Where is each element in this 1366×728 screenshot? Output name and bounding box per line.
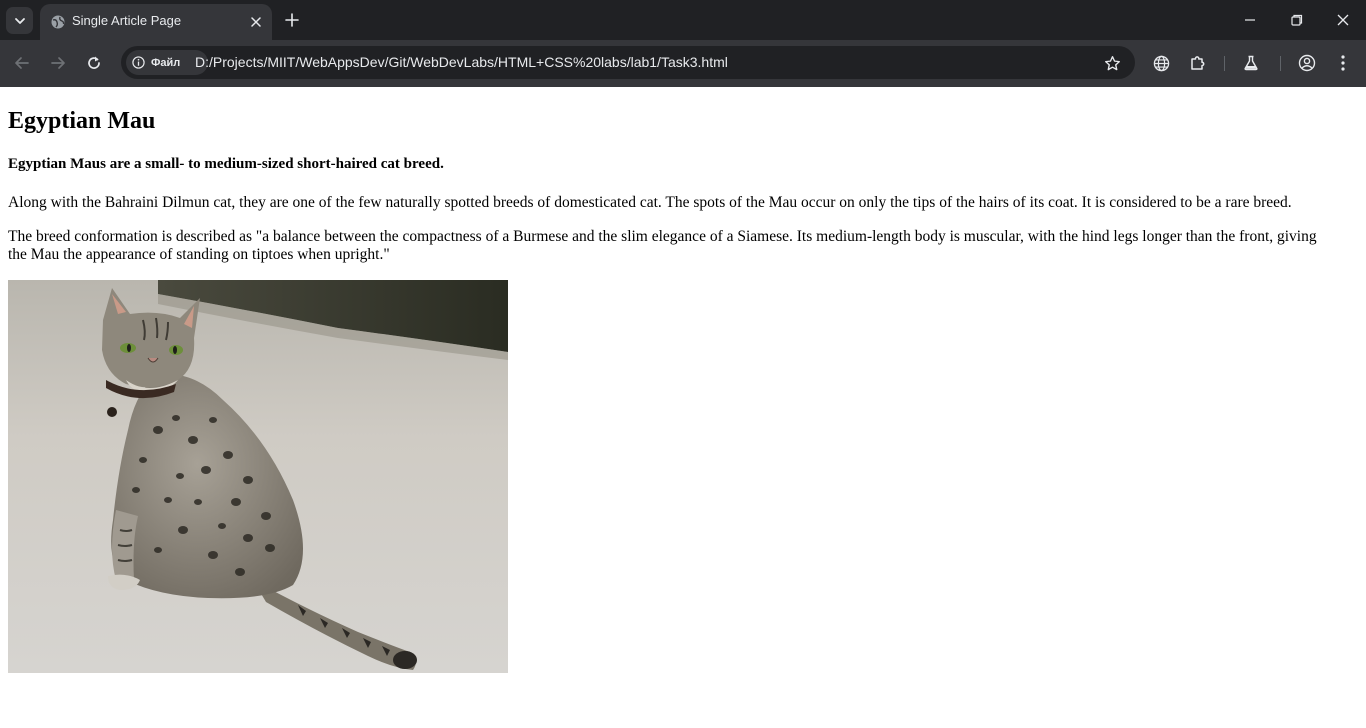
article-paragraph: The breed conformation is described as "… [8,228,1317,263]
puzzle-icon [1191,56,1205,70]
tab-close-button[interactable] [246,12,266,32]
tab-active[interactable]: Single Article Page [40,4,272,40]
minimize-button[interactable] [1238,8,1262,32]
close-window-button[interactable] [1331,8,1355,32]
more-vertical-icon [1341,55,1345,71]
menu-button[interactable] [1331,51,1355,75]
new-tab-button[interactable] [280,8,304,32]
close-icon [1337,14,1349,26]
labs-button[interactable] [1239,51,1263,75]
back-button[interactable] [10,51,34,75]
page-content: Egyptian Mau Egyptian Maus are a small- … [0,87,1366,728]
plus-icon [285,13,299,27]
site-chip-label: Файл [151,56,181,69]
profile-button[interactable] [1295,51,1319,75]
translate-button[interactable] [1149,51,1173,75]
restore-icon [1291,14,1303,26]
reload-icon [88,56,100,69]
chevron-down-icon [14,17,25,24]
article-title: Egyptian Mau [8,108,156,134]
globe-icon [51,15,65,29]
extensions-button[interactable] [1186,51,1210,75]
article-paragraph: Along with the Bahraini Dilmun cat, they… [8,194,1292,211]
browser-tab-strip: Single Article Page [0,0,1366,40]
back-arrow-icon [15,57,29,69]
translate-icon [1153,55,1169,71]
cat-photo [8,280,508,673]
toolbar-separator [1224,56,1225,71]
close-icon [251,17,261,27]
browser-toolbar: Файл D:/Projects/MIIT/WebAppsDev/Git/Web… [0,40,1366,87]
url-text[interactable]: D:/Projects/MIIT/WebAppsDev/Git/WebDevLa… [195,54,728,70]
tab-search-button[interactable] [6,7,33,34]
flask-icon [1244,55,1258,71]
bookmark-button[interactable] [1100,51,1124,75]
info-icon [132,56,145,69]
forward-button[interactable] [46,51,70,75]
tab-title: Single Article Page [72,13,182,28]
profile-icon [1298,54,1316,72]
reload-button[interactable] [82,51,106,75]
restore-button[interactable] [1285,8,1309,32]
article-subtitle: Egyptian Maus are a small- to medium-siz… [8,156,444,172]
toolbar-separator [1280,56,1281,71]
minimize-icon [1245,19,1255,21]
address-bar[interactable]: Файл D:/Projects/MIIT/WebAppsDev/Git/Web… [121,46,1135,79]
forward-arrow-icon [51,57,65,69]
star-icon [1104,55,1120,70]
